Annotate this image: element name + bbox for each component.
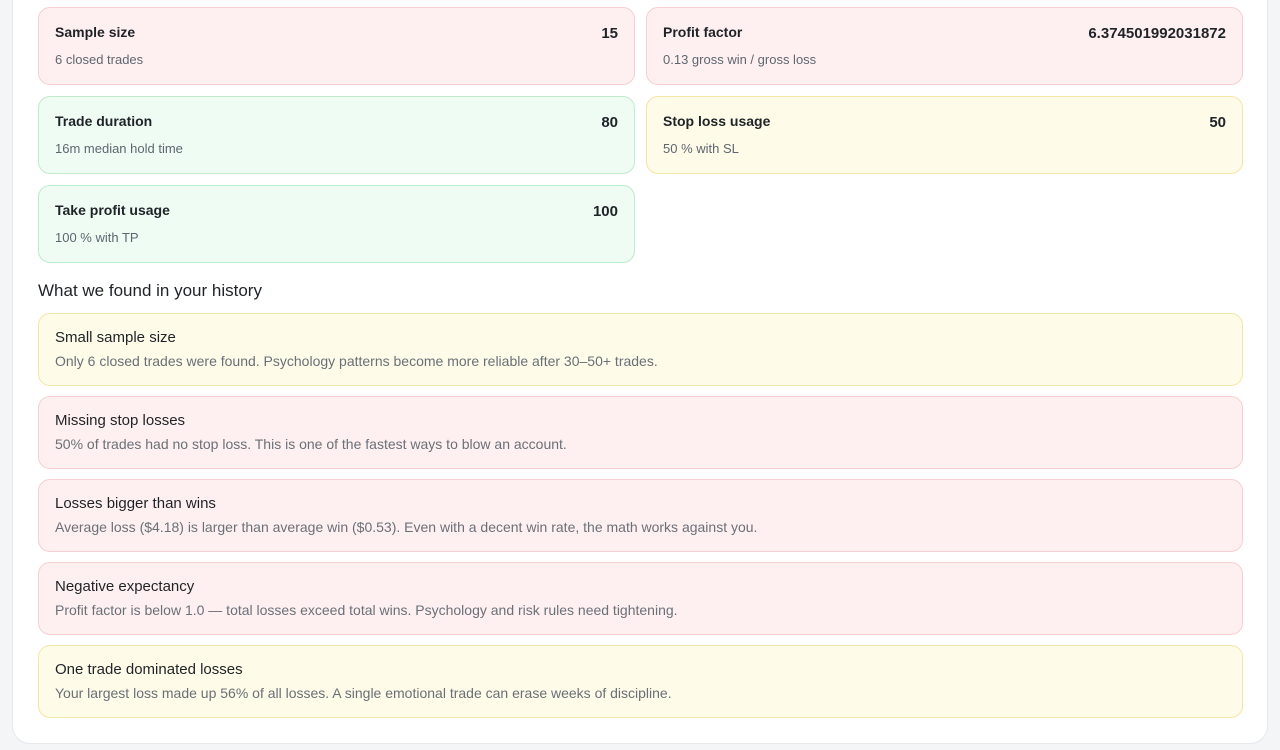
- finding-description: Only 6 closed trades were found. Psychol…: [55, 353, 658, 369]
- metric-title: Trade duration: [55, 113, 153, 129]
- finding-negative-expectancy: Negative expectancy Profit factor is bel…: [38, 562, 1243, 635]
- finding-description: Your largest loss made up 56% of all los…: [55, 685, 672, 701]
- metric-title: Take profit usage: [55, 202, 170, 218]
- metric-subtitle: 0.13 gross win / gross loss: [663, 52, 817, 67]
- metric-title: Stop loss usage: [663, 113, 771, 129]
- finding-description: Average loss ($4.18) is larger than aver…: [55, 519, 758, 535]
- metric-value: 50: [1209, 114, 1226, 131]
- metric-subtitle: 6 closed trades: [55, 52, 144, 67]
- metric-value: 6.374501992031872: [1088, 25, 1226, 42]
- finding-missing-stop-losses: Missing stop losses 50% of trades had no…: [38, 396, 1243, 469]
- finding-title: Small sample size: [55, 329, 176, 346]
- metric-card-take-profit-usage: Take profit usage 100 100 % with TP: [38, 185, 635, 263]
- finding-one-trade-dominated-losses: One trade dominated losses Your largest …: [38, 645, 1243, 718]
- findings-list: Small sample size Only 6 closed trades w…: [38, 313, 1243, 728]
- finding-small-sample-size: Small sample size Only 6 closed trades w…: [38, 313, 1243, 386]
- finding-description: Profit factor is below 1.0 — total losse…: [55, 602, 678, 618]
- metric-card-profit-factor: Profit factor 6.374501992031872 0.13 gro…: [646, 7, 1243, 85]
- metric-value: 15: [601, 25, 618, 42]
- metric-card-trade-duration: Trade duration 80 16m median hold time: [38, 96, 635, 174]
- metric-subtitle: 100 % with TP: [55, 230, 139, 245]
- finding-title: Missing stop losses: [55, 412, 186, 429]
- metrics-grid: Sample size 15 6 closed trades Profit fa…: [38, 7, 1243, 263]
- metric-subtitle: 50 % with SL: [663, 141, 739, 156]
- metric-title: Profit factor: [663, 24, 743, 40]
- finding-title: Losses bigger than wins: [55, 495, 216, 512]
- finding-losses-bigger-than-wins: Losses bigger than wins Average loss ($4…: [38, 479, 1243, 552]
- metric-subtitle: 16m median hold time: [55, 141, 183, 156]
- metric-value: 100: [592, 203, 618, 220]
- metric-title: Sample size: [55, 24, 136, 40]
- finding-title: Negative expectancy: [55, 578, 195, 595]
- history-heading: What we found in your history: [38, 281, 262, 300]
- metric-card-sample-size: Sample size 15 6 closed trades: [38, 7, 635, 85]
- finding-description: 50% of trades had no stop loss. This is …: [55, 436, 567, 452]
- metric-value: 80: [601, 114, 618, 131]
- metric-card-stop-loss-usage: Stop loss usage 50 50 % with SL: [646, 96, 1243, 174]
- finding-title: One trade dominated losses: [55, 661, 243, 678]
